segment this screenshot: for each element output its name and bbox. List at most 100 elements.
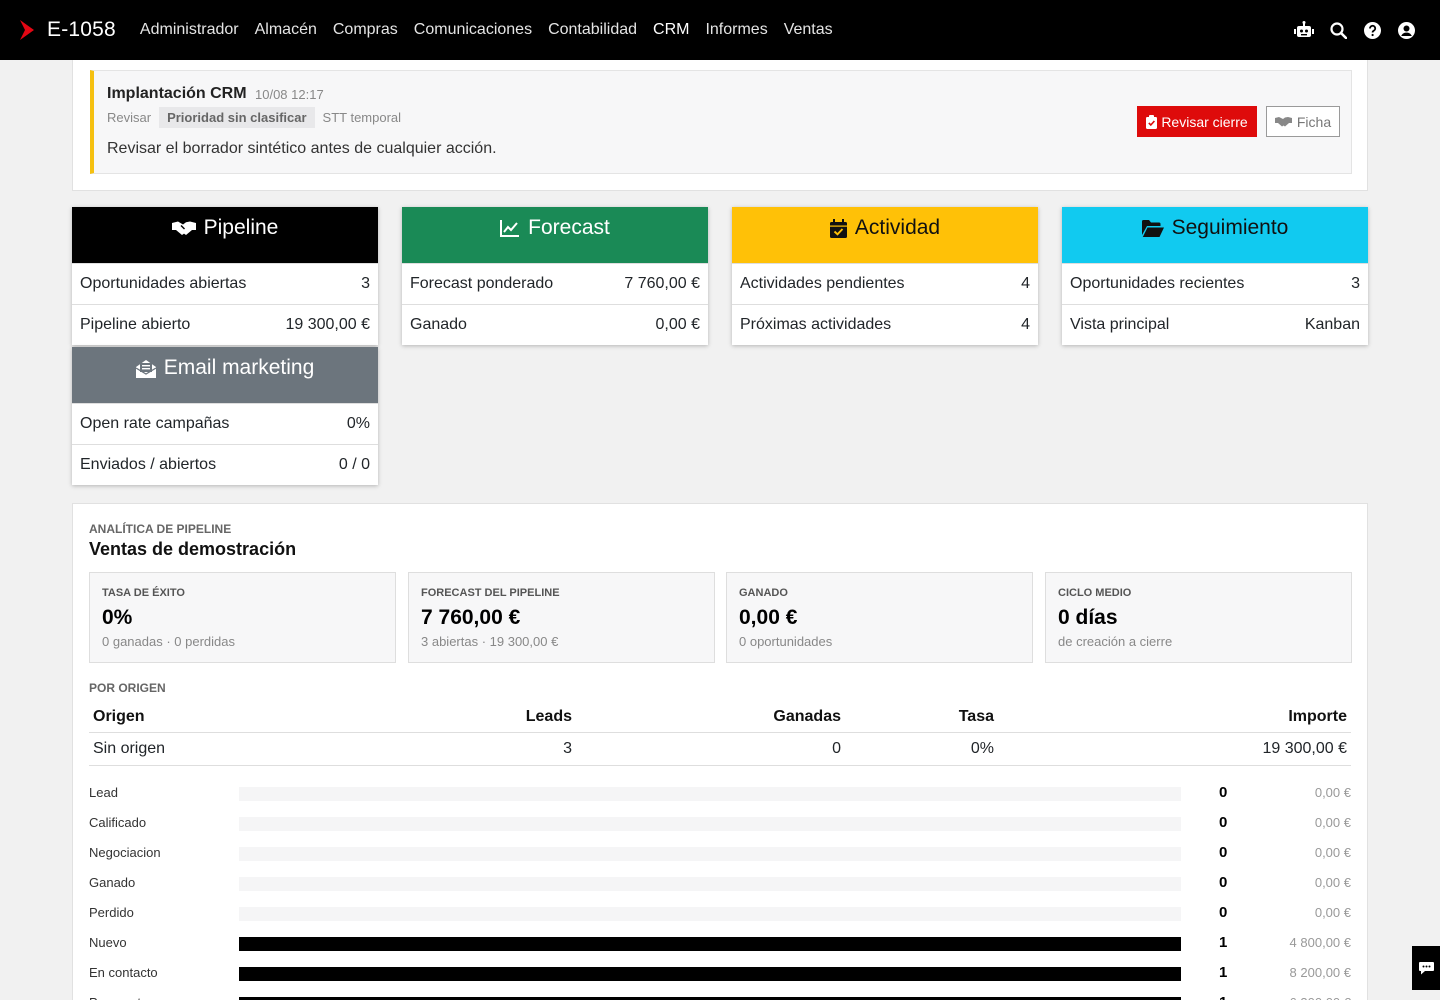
- row-value: 0 / 0: [338, 456, 370, 473]
- funnel-bar-track: [239, 817, 1181, 831]
- card-row: Pipeline abierto 19 300,00 €: [72, 304, 378, 345]
- calendar-check-icon: [829, 218, 847, 238]
- funnel-stage-label: Nuevo: [89, 935, 127, 950]
- row-label: Enviados / abiertos: [80, 456, 217, 473]
- notice-tags: Revisar Prioridad sin clasificar STT tem…: [107, 107, 409, 128]
- robot-icon[interactable]: [1294, 20, 1314, 40]
- card-forecast[interactable]: Forecast Forecast ponderado 7 760,00 € Ga…: [402, 207, 708, 345]
- nav-item-comunicaciones[interactable]: Comunicaciones: [414, 21, 532, 39]
- kpi-value: 0 días: [1058, 606, 1118, 629]
- card-row: Enviados / abiertos 0 / 0: [72, 444, 378, 485]
- cell-leads: 3: [319, 732, 576, 766]
- origin-header-row: Origen Leads Ganadas Tasa Importe: [89, 703, 1351, 733]
- card-email-marketing[interactable]: Email marketing Open rate campañas 0% Env…: [72, 347, 378, 485]
- card-email-title: Email marketing: [163, 356, 315, 379]
- funnel-bar-track: [239, 787, 1181, 801]
- nav-item-contabilidad[interactable]: Contabilidad: [548, 21, 637, 39]
- row-value: 3: [1351, 275, 1360, 292]
- row-label: Vista principal: [1070, 316, 1170, 333]
- funnel-count: 0: [1219, 784, 1228, 801]
- search-icon[interactable]: [1328, 20, 1348, 40]
- row-value: 0,00 €: [655, 316, 700, 333]
- row-label: Oportunidades abiertas: [80, 275, 247, 292]
- nav-item-compras[interactable]: Compras: [333, 21, 398, 39]
- card-pipeline[interactable]: Pipeline Oportunidades abiertas 3 Pipelin…: [72, 207, 378, 345]
- envelope-open-icon: [135, 359, 156, 378]
- funnel-bar-track: [239, 847, 1181, 861]
- card-forecast-title: Forecast: [528, 216, 610, 239]
- brand-name[interactable]: E-1058: [47, 18, 116, 42]
- cell-tasa: 0%: [845, 732, 998, 766]
- funnel-bar-fill: [239, 937, 1181, 951]
- card-actividad-header: Actividad: [732, 207, 1038, 263]
- funnel-row: Propuesta 1 6 300,00 €: [89, 989, 1351, 1000]
- chat-button[interactable]: [1412, 946, 1440, 990]
- funnel-count: 1: [1219, 994, 1227, 1000]
- funnel-row: Nuevo 1 4 800,00 €: [89, 929, 1351, 959]
- kpi-success-rate: Tasa de éxito 0% 0 ganadas · 0 perdidas: [89, 572, 396, 663]
- funnel-amount: 0,00 €: [1314, 875, 1351, 890]
- card-pipeline-title: Pipeline: [203, 216, 279, 239]
- card-seguimiento[interactable]: Seguimiento Oportunidades recientes 3 Vis…: [1062, 207, 1368, 345]
- top-navbar: E-1058 Administrador Almacén Compras Com…: [0, 0, 1440, 60]
- card-actividad[interactable]: Actividad Actividades pendientes 4 Próxim…: [732, 207, 1038, 345]
- nav-item-administrador[interactable]: Administrador: [140, 21, 239, 39]
- funnel-amount: 6 300,00 €: [1290, 995, 1351, 1000]
- row-label: Forecast ponderado: [410, 275, 554, 292]
- tag-revisar: Revisar: [107, 110, 152, 125]
- notice-time: 10/08 12:17: [255, 87, 324, 102]
- analytics-title: Ventas de demostración: [89, 539, 297, 559]
- kpi-value: 7 760,00 €: [421, 606, 521, 629]
- kpi-sub: 0 ganadas · 0 perdidas: [102, 634, 235, 649]
- review-close-button[interactable]: Revisar cierre: [1137, 106, 1257, 137]
- row-value: 4: [1021, 275, 1030, 292]
- funnel-stage-label: Lead: [89, 785, 118, 800]
- user-icon[interactable]: [1396, 20, 1416, 40]
- notice-card: Implantación CRM 10/08 12:17 Revisar Pri…: [90, 70, 1352, 174]
- funnel-row: Ganado 0 0,00 €: [89, 869, 1351, 899]
- row-label: Próximas actividades: [740, 316, 892, 333]
- help-icon[interactable]: [1362, 20, 1382, 40]
- nav-item-informes[interactable]: Informes: [705, 21, 767, 39]
- card-seguimiento-title: Seguimiento: [1171, 216, 1289, 239]
- card-actividad-title: Actividad: [854, 216, 941, 239]
- funnel-amount: 0,00 €: [1314, 815, 1351, 830]
- kpi-label: Forecast del pipeline: [421, 587, 560, 599]
- nav-item-crm[interactable]: CRM: [653, 21, 689, 39]
- funnel-count: 1: [1219, 934, 1228, 951]
- funnel-bar-track: [239, 967, 1181, 981]
- nav-item-ventas[interactable]: Ventas: [784, 21, 833, 39]
- col-importe[interactable]: Importe: [998, 703, 1351, 733]
- notice-panel: Implantación CRM 10/08 12:17 Revisar Pri…: [72, 60, 1368, 191]
- card-row: Próximas actividades 4: [732, 304, 1038, 345]
- funnel-stage-label: Negociacion: [89, 845, 161, 860]
- top-icons: [1294, 20, 1416, 40]
- kpi-cycle: Ciclo medio 0 días de creación a cierre: [1045, 572, 1352, 663]
- table-row: Sin origen 3 0 0% 19 300,00 €: [89, 732, 1351, 766]
- funnel-count: 1: [1219, 964, 1228, 981]
- col-leads[interactable]: Leads: [319, 703, 576, 733]
- col-tasa[interactable]: Tasa: [845, 703, 998, 733]
- file-button[interactable]: Ficha: [1266, 106, 1340, 137]
- funnel-row: Lead 0 0,00 €: [89, 779, 1351, 809]
- kpi-label: Tasa de éxito: [102, 587, 185, 599]
- kpi-sub: 0 oportunidades: [739, 634, 833, 649]
- col-origen[interactable]: Origen: [89, 703, 319, 733]
- tag-stt: STT temporal: [322, 110, 402, 125]
- tag-priority: Prioridad sin clasificar: [159, 107, 315, 128]
- analytics-eyebrow: Analítica de pipeline: [89, 522, 232, 536]
- funnel-stage-label: Propuesta: [89, 995, 148, 1000]
- kpi-label: Ciclo medio: [1058, 587, 1132, 599]
- kpi-won: Ganado 0,00 € 0 oportunidades: [726, 572, 1033, 663]
- funnel-count: 0: [1219, 904, 1228, 921]
- handshake-icon: [171, 221, 196, 235]
- notice-body: Revisar el borrador sintético antes de c…: [107, 140, 497, 157]
- funnel-amount: 4 800,00 €: [1289, 935, 1351, 950]
- card-email-header: Email marketing: [72, 347, 378, 403]
- col-ganadas[interactable]: Ganadas: [576, 703, 845, 733]
- brand-logo-icon[interactable]: [20, 20, 34, 40]
- card-seguimiento-header: Seguimiento: [1062, 207, 1368, 263]
- card-pipeline-header: Pipeline: [72, 207, 378, 263]
- row-label: Oportunidades recientes: [1070, 275, 1245, 292]
- nav-item-almacen[interactable]: Almacén: [255, 21, 317, 39]
